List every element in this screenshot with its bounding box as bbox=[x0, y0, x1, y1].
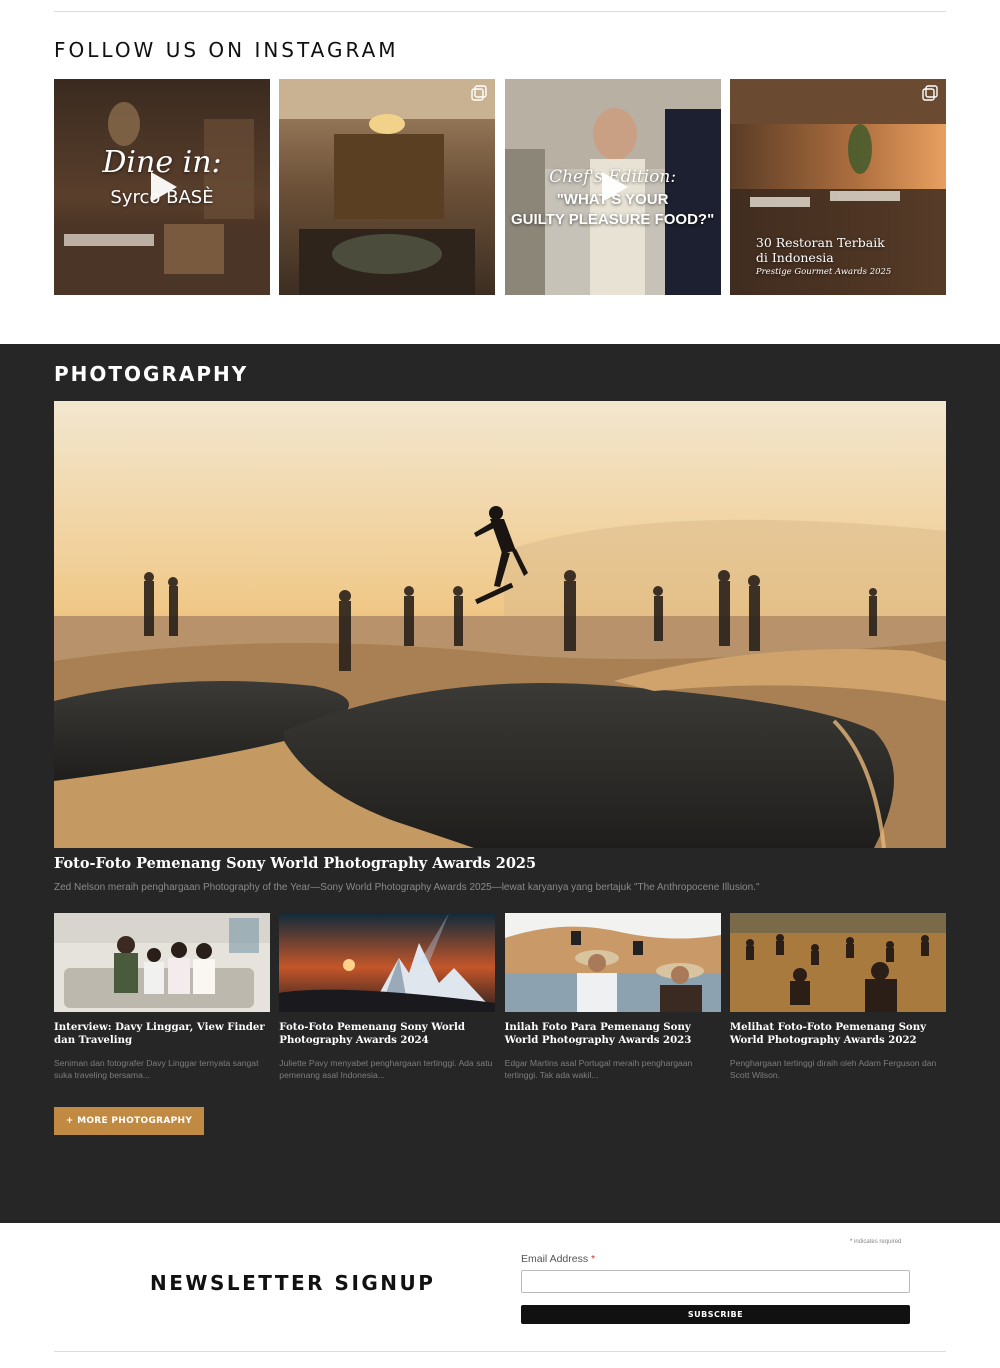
photography-section-title: PHOTOGRAPHY bbox=[54, 362, 249, 386]
featured-article-excerpt: Zed Nelson meraih penghargaan Photograph… bbox=[54, 882, 760, 893]
crowd-photo bbox=[729, 913, 946, 1012]
selfie-photo bbox=[504, 913, 721, 1012]
article-card-title[interactable]: Foto-Foto Pemenang Sony World Photograph… bbox=[279, 1021, 495, 1049]
play-icon bbox=[601, 172, 628, 202]
instagram-grid: Dine in: Syrco BASÈ Chef's Edition: "WHA… bbox=[54, 79, 946, 295]
article-card[interactable]: Foto-Foto Pemenang Sony World Photograph… bbox=[279, 913, 496, 1081]
article-card-title[interactable]: Melihat Foto-Foto Pemenang Sony World Ph… bbox=[730, 1021, 946, 1049]
instagram-post[interactable]: Dine in: Syrco BASÈ bbox=[54, 79, 270, 295]
subscribe-button[interactable]: SUBSCRIBE bbox=[521, 1305, 910, 1324]
newsletter-title: NEWSLETTER SIGNUP bbox=[150, 1271, 436, 1295]
article-card-excerpt: Seniman dan fotografer Davy Linggar tern… bbox=[54, 1058, 259, 1080]
instagram-post-caption-line2: di Indonesia bbox=[755, 250, 834, 265]
top-divider bbox=[54, 11, 946, 12]
featured-article-title[interactable]: Foto-Foto Pemenang Sony World Photograph… bbox=[54, 855, 536, 872]
article-card-excerpt: Juliette Pavy menyabet penghargaan terti… bbox=[279, 1058, 493, 1080]
email-input[interactable] bbox=[521, 1270, 910, 1293]
photography-section: PHOTOGRAPHY Foto-Foto Pemenang Sony Worl… bbox=[0, 344, 1000, 1223]
instagram-post-caption-line3: Prestige Gourmet Awards 2025 bbox=[755, 267, 892, 277]
instagram-post-image bbox=[279, 79, 496, 295]
article-card-title[interactable]: Inilah Foto Para Pemenang Sony World Pho… bbox=[505, 1021, 721, 1049]
article-card-image[interactable] bbox=[54, 913, 270, 1012]
instagram-post[interactable]: Chef's Edition: "WHAT'S YOUR GUILTY PLEA… bbox=[504, 79, 721, 295]
required-note-text: indicates required bbox=[854, 1239, 902, 1245]
required-note: * indicates required bbox=[850, 1239, 901, 1245]
instagram-post[interactable] bbox=[279, 79, 496, 295]
article-card-title[interactable]: Interview: Davy Linggar, View Finder dan… bbox=[54, 1021, 270, 1049]
skatepark-photo bbox=[54, 401, 946, 848]
family-portrait-photo bbox=[54, 913, 270, 1012]
article-card-image[interactable] bbox=[729, 913, 946, 1012]
email-label-text: Email Address bbox=[521, 1253, 589, 1265]
required-asterisk: * bbox=[850, 1239, 853, 1245]
required-asterisk: * bbox=[591, 1253, 596, 1265]
article-card-image[interactable] bbox=[279, 913, 496, 1012]
article-card-list: Interview: Davy Linggar, View Finder dan… bbox=[54, 913, 946, 1081]
article-card[interactable]: Interview: Davy Linggar, View Finder dan… bbox=[54, 913, 270, 1081]
bottom-divider bbox=[54, 1351, 946, 1352]
play-icon bbox=[151, 172, 177, 202]
more-photography-button[interactable]: + MORE PHOTOGRAPHY bbox=[54, 1107, 204, 1135]
article-card-excerpt: Penghargaan tertinggi diraih oleh Adam F… bbox=[729, 1058, 937, 1080]
article-card-image[interactable] bbox=[504, 913, 721, 1012]
article-card[interactable]: Melihat Foto-Foto Pemenang Sony World Ph… bbox=[729, 913, 946, 1081]
instagram-post[interactable]: 30 Restoran Terbaik di Indonesia Prestig… bbox=[729, 79, 946, 295]
mountain-photo bbox=[279, 913, 496, 1012]
instagram-post-caption-line1: 30 Restoran Terbaik bbox=[755, 235, 885, 250]
instagram-section-title: FOLLOW US ON INSTAGRAM bbox=[54, 38, 399, 62]
article-card[interactable]: Inilah Foto Para Pemenang Sony World Pho… bbox=[504, 913, 721, 1081]
email-label: Email Address * bbox=[521, 1253, 595, 1265]
carousel-icon bbox=[922, 85, 938, 101]
featured-article-image[interactable] bbox=[54, 401, 946, 848]
instagram-post-caption-line3: GUILTY PLEASURE FOOD?" bbox=[510, 211, 715, 228]
carousel-icon bbox=[471, 85, 487, 101]
article-card-excerpt: Edgar Martins asal Portugal meraih pengh… bbox=[504, 1058, 693, 1080]
